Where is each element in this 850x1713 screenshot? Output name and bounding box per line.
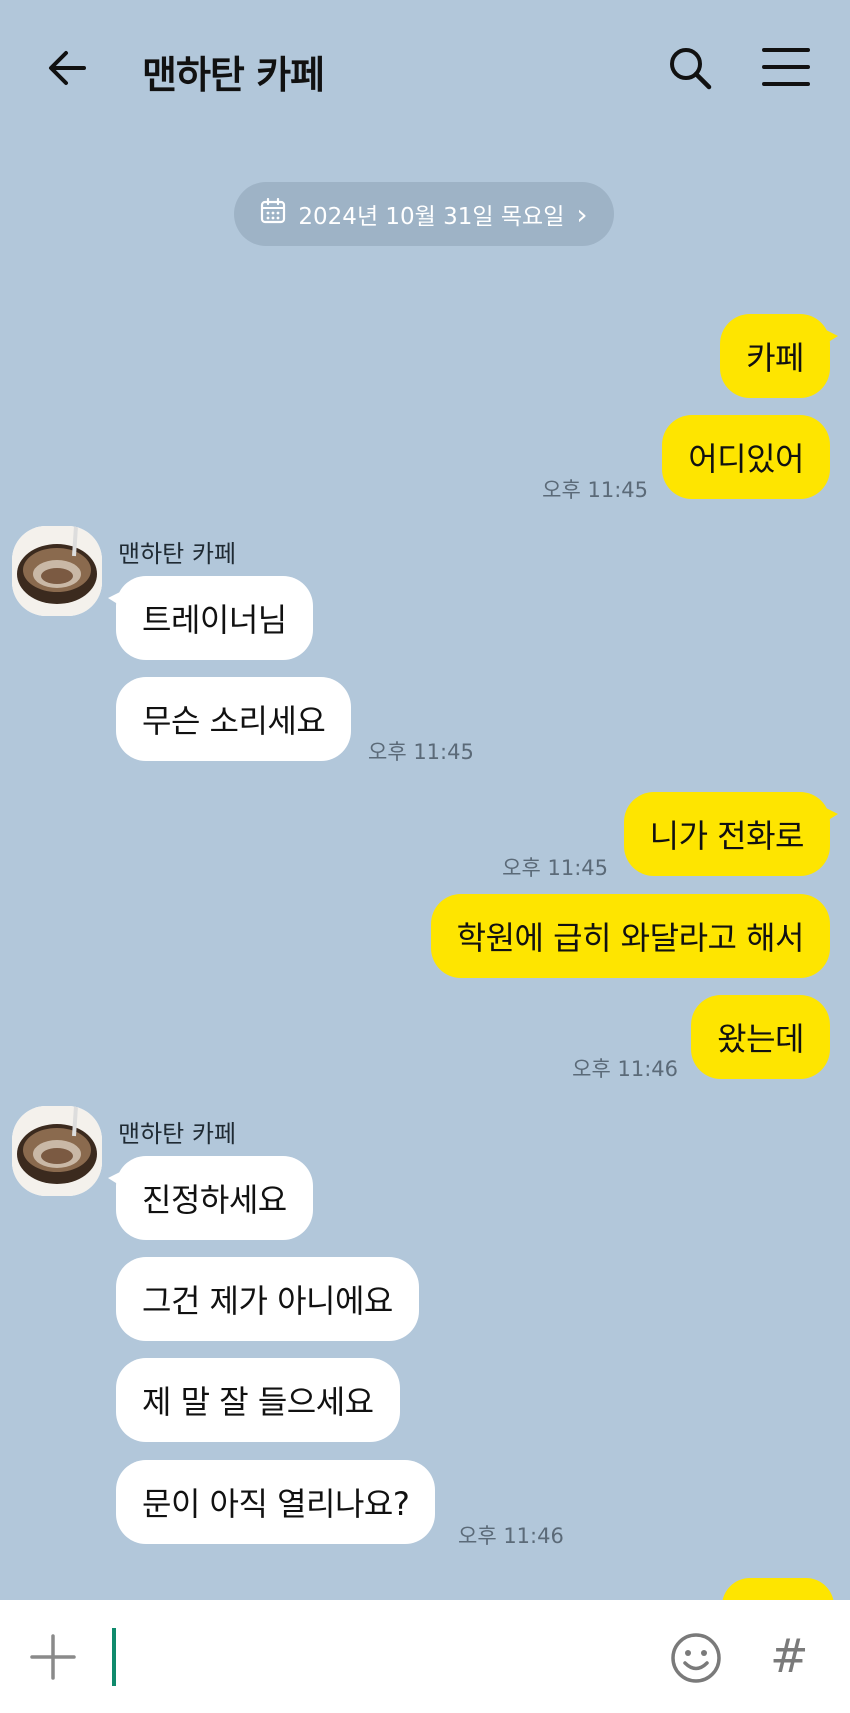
sender-name: 맨하탄 카페 — [118, 540, 237, 568]
back-arrow-icon[interactable] — [44, 44, 92, 92]
date-divider[interactable]: 2024년 10월 31일 목요일 › — [234, 182, 614, 246]
message-text: 트레이너님 — [142, 601, 287, 639]
chat-title: 맨하탄 카페 — [142, 53, 325, 97]
message-text: 왔는데 — [717, 1020, 804, 1058]
message-bubble-sent[interactable]: 카페 — [720, 314, 838, 398]
message-timestamp: 오후 11:46 — [572, 1057, 678, 1081]
text-cursor — [112, 1628, 116, 1686]
message-bubble-received[interactable]: 그건 제가 아니에요 — [116, 1257, 419, 1341]
message-timestamp: 오후 11:45 — [502, 856, 608, 880]
message-bubble-sent[interactable]: 왔는데 — [691, 995, 830, 1079]
chevron-right-icon: › — [576, 197, 588, 231]
message-timestamp: 오후 11:45 — [542, 478, 648, 502]
calendar-icon — [260, 197, 286, 230]
hamburger-menu-icon[interactable] — [762, 46, 810, 88]
emoji-icon[interactable] — [670, 1632, 722, 1684]
message-bubble-sent[interactable]: 니가 전화로 — [623, 792, 839, 876]
message-text: 학원에 급히 와달라고 해서 — [456, 919, 805, 957]
message-bubble-sent[interactable]: 학원에 급히 와달라고 해서 — [430, 894, 830, 978]
coffee-dripper-avatar-image — [12, 526, 102, 616]
message-text: 진정하세요 — [142, 1181, 287, 1219]
message-text: 제 말 잘 들으세요 — [142, 1383, 374, 1421]
message-timestamp: 오후 11:45 — [368, 740, 474, 764]
message-text: 그건 제가 아니에요 — [142, 1282, 393, 1320]
message-text: 어디있어 — [688, 440, 804, 478]
message-bubble-received[interactable]: 제 말 잘 들으세요 — [116, 1358, 400, 1442]
message-timestamp: 오후 11:46 — [458, 1524, 564, 1548]
message-text: 문이 아직 열리나요? — [142, 1485, 410, 1523]
chat-header: 맨하탄 카페 — [0, 0, 850, 140]
message-text: 무슨 소리세요 — [142, 702, 326, 740]
message-input-bar: # — [0, 1600, 850, 1713]
date-label: 2024년 10월 31일 목요일 — [298, 204, 565, 230]
message-bubble-received[interactable]: 문이 아직 열리나요? — [116, 1460, 436, 1544]
search-icon[interactable] — [666, 44, 714, 92]
sender-avatar[interactable] — [12, 526, 102, 616]
message-text: 카페 — [746, 339, 804, 377]
hashtag-icon[interactable]: # — [770, 1630, 816, 1682]
message-bubble-sent[interactable]: 어디있어 — [662, 415, 830, 499]
message-input[interactable] — [108, 1628, 646, 1688]
message-bubble-received[interactable]: 트레이너님 — [108, 576, 313, 660]
message-text: 니가 전화로 — [649, 817, 805, 855]
sender-avatar[interactable] — [12, 1106, 102, 1196]
message-bubble-received[interactable]: 진정하세요 — [108, 1156, 313, 1240]
message-bubble-received[interactable]: 무슨 소리세요 — [116, 677, 352, 761]
sender-name: 맨하탄 카페 — [118, 1120, 237, 1148]
plus-icon[interactable] — [30, 1634, 76, 1680]
coffee-dripper-avatar-image — [12, 1106, 102, 1196]
